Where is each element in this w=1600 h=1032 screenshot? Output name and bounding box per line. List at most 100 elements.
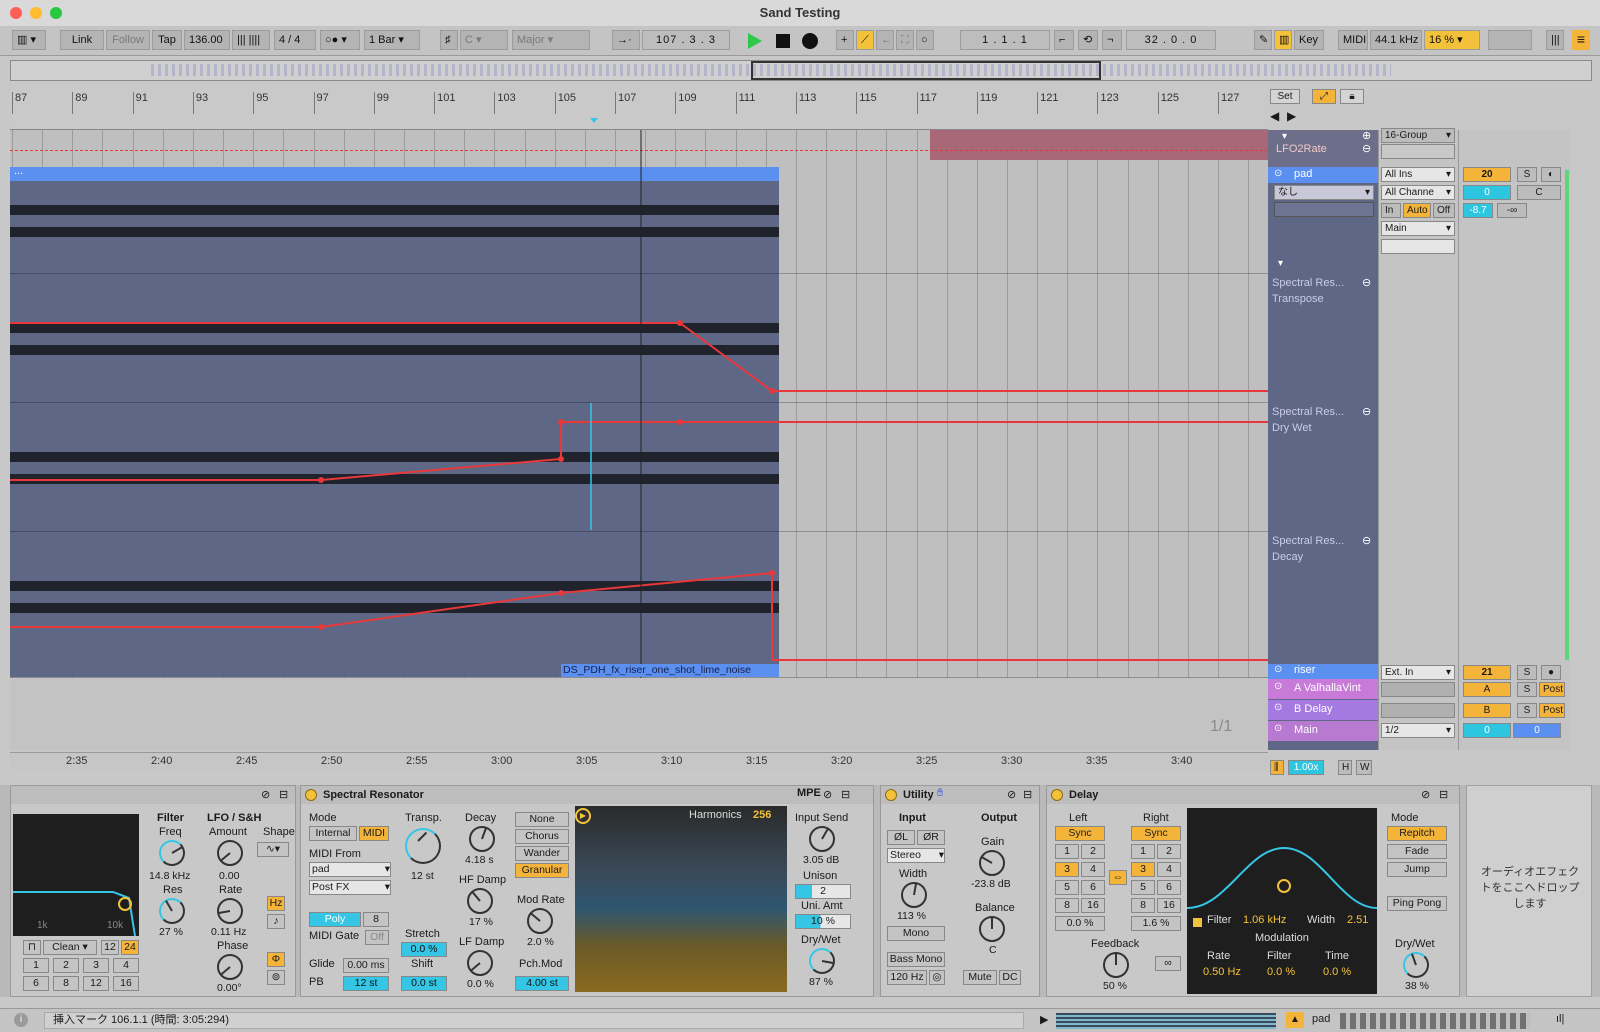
- delay-dry-wet-knob[interactable]: [1403, 952, 1429, 978]
- overview-viewport[interactable]: [751, 61, 1101, 80]
- link-icon[interactable]: ⇔: [1109, 870, 1127, 885]
- info-icon[interactable]: i: [14, 1013, 28, 1027]
- save-preset-icon[interactable]: ⊟: [1023, 788, 1032, 801]
- mono-button[interactable]: Mono: [887, 926, 945, 941]
- jump-button[interactable]: Jump: [1387, 862, 1447, 877]
- transpose-automation[interactable]: [10, 322, 1268, 392]
- filter-display[interactable]: 1k 10k: [13, 814, 139, 937]
- gain-knob[interactable]: [979, 850, 1005, 876]
- filter-grid-button[interactable]: 16: [113, 976, 139, 991]
- time-signature-field[interactable]: 4 / 4: [274, 30, 316, 50]
- filter-grid-button[interactable]: 4: [113, 958, 139, 973]
- delay-division-button[interactable]: 2: [1081, 844, 1105, 859]
- riser-input-select[interactable]: Ext. In ▾: [1381, 665, 1455, 680]
- balance-knob[interactable]: [979, 916, 1005, 942]
- shape-select[interactable]: ∿▾: [257, 842, 289, 857]
- mod-rate-knob[interactable]: [527, 908, 553, 934]
- mpe-label[interactable]: MPE: [797, 787, 821, 799]
- pad-volume-field[interactable]: 0: [1463, 185, 1511, 200]
- delay-division-button[interactable]: 3: [1055, 862, 1079, 877]
- rate-knob[interactable]: [217, 898, 243, 924]
- unison-field[interactable]: 2: [795, 884, 851, 899]
- chain-param-field[interactable]: [1274, 202, 1374, 217]
- save-preset-icon[interactable]: ⊟: [279, 788, 288, 801]
- drywet-automation[interactable]: [10, 421, 1268, 481]
- decay-automation[interactable]: [10, 571, 1268, 661]
- meter-icon[interactable]: ıl|: [1556, 1013, 1564, 1025]
- return-a-header[interactable]: ⊙ A ValhallaVint: [1268, 679, 1378, 699]
- io-meter-icon[interactable]: |||: [1546, 30, 1564, 50]
- midi-map-button[interactable]: MIDI: [1338, 30, 1368, 50]
- view-toggle-button[interactable]: ▥ ▾: [12, 30, 46, 50]
- filter-grid-button[interactable]: 6: [23, 976, 49, 991]
- amount-knob[interactable]: [217, 840, 243, 866]
- automation-curves[interactable]: [10, 130, 1268, 750]
- pad-solo-button[interactable]: S: [1517, 167, 1537, 182]
- pad-pan-field[interactable]: C: [1517, 185, 1561, 200]
- delay-division-button[interactable]: 4: [1157, 862, 1181, 877]
- spin-icon[interactable]: ⊚: [267, 970, 285, 985]
- delay-division-button[interactable]: 3: [1131, 862, 1155, 877]
- key-map-button[interactable]: Key: [1294, 30, 1324, 50]
- return-a-post[interactable]: Post: [1539, 682, 1565, 697]
- harmonics-value[interactable]: 256: [753, 809, 771, 821]
- follow-arrow-icon[interactable]: →·: [612, 30, 640, 50]
- track-fold-icon[interactable]: ⊙: [1274, 702, 1282, 713]
- dc-button[interactable]: DC: [999, 970, 1021, 985]
- add-lane-icon[interactable]: ⊕: [1362, 129, 1371, 142]
- uni-amt-field[interactable]: 10 %: [795, 914, 851, 929]
- fold-icon[interactable]: ▾: [1282, 131, 1287, 142]
- filter-grid-button[interactable]: 12: [83, 976, 109, 991]
- stop-icon[interactable]: [776, 34, 790, 48]
- riser-clip[interactable]: DS_PDH_fx_riser_one_shot_lime_noise: [561, 664, 779, 677]
- main-track-header[interactable]: ⊙ Main: [1268, 721, 1378, 741]
- play-icon[interactable]: [748, 33, 762, 49]
- record-icon[interactable]: [802, 33, 818, 49]
- arrangement-overview[interactable]: [10, 60, 1592, 81]
- remove-lane-icon[interactable]: ⊖: [1362, 534, 1371, 547]
- phase-knob[interactable]: [217, 954, 243, 980]
- return-a-solo[interactable]: S: [1517, 682, 1537, 697]
- delay-division-button[interactable]: 1: [1131, 844, 1155, 859]
- delay-division-button[interactable]: 8: [1055, 898, 1079, 913]
- return-b-post[interactable]: Post: [1539, 703, 1565, 718]
- follow-button[interactable]: Follow: [106, 30, 150, 50]
- input-send-knob[interactable]: [809, 826, 835, 852]
- spectral-power-button[interactable]: [305, 789, 317, 801]
- phase-right-button[interactable]: ØR: [917, 830, 945, 845]
- remove-lane-icon[interactable]: ⊖: [1362, 276, 1371, 289]
- right-sync-button[interactable]: Sync: [1131, 826, 1181, 841]
- right-offset-field[interactable]: 1.6 %: [1131, 916, 1181, 931]
- spectrum-display[interactable]: ▶ Harmonics 256: [575, 806, 787, 992]
- main-volume-field[interactable]: 0: [1463, 723, 1511, 738]
- freq-knob[interactable]: [159, 840, 185, 866]
- return-b-letter[interactable]: B: [1463, 703, 1511, 718]
- fade-button[interactable]: Fade: [1387, 844, 1447, 859]
- zoom-field[interactable]: 1.00x: [1288, 760, 1324, 775]
- delay-division-button[interactable]: 5: [1131, 880, 1155, 895]
- key-select[interactable]: C ▾: [460, 30, 508, 50]
- automation-mode-icon[interactable]: ⤢: [1312, 89, 1336, 104]
- utility-power-button[interactable]: [885, 789, 897, 801]
- draw-mode-icon[interactable]: ✎: [1254, 30, 1272, 50]
- transp-knob[interactable]: [405, 828, 441, 864]
- arrangement-view[interactable]: ... DS_PDH_fx_riser_one_shot_lime_noise …: [10, 130, 1268, 750]
- pad-track-header[interactable]: ⊙ pad: [1268, 167, 1378, 183]
- song-position-field[interactable]: 107 . 3 . 3: [642, 30, 730, 50]
- remove-lane-icon[interactable]: ⊖: [1362, 142, 1371, 155]
- internal-mode-button[interactable]: Internal: [309, 826, 357, 841]
- pad-output-select[interactable]: Main ▾: [1381, 221, 1455, 236]
- hot-swap-icon[interactable]: ⊘: [1421, 788, 1430, 801]
- ping-pong-button[interactable]: Ping Pong: [1387, 896, 1447, 911]
- pb-field[interactable]: 12 st: [343, 976, 389, 991]
- monitor-auto-button[interactable]: Auto: [1403, 203, 1431, 218]
- mod-time-value[interactable]: 0.0 %: [1323, 966, 1351, 978]
- next-locator-icon[interactable]: ▶: [1287, 109, 1296, 123]
- return-a-io[interactable]: [1381, 682, 1455, 697]
- time-ruler[interactable]: 2:35 2:40 2:45 2:50 2:55 3:00 3:05 3:10 3:15 3:20…: [10, 752, 1268, 770]
- computer-keyboard-icon[interactable]: ▥: [1274, 30, 1292, 50]
- capture-icon[interactable]: ⛶: [896, 30, 914, 50]
- device-overview-strip[interactable]: [1340, 1013, 1530, 1029]
- tempo-field[interactable]: 136.00: [184, 30, 230, 50]
- delay-filter-display[interactable]: Filter 1.06 kHz Width 2.51 Modulation Ra…: [1186, 808, 1378, 994]
